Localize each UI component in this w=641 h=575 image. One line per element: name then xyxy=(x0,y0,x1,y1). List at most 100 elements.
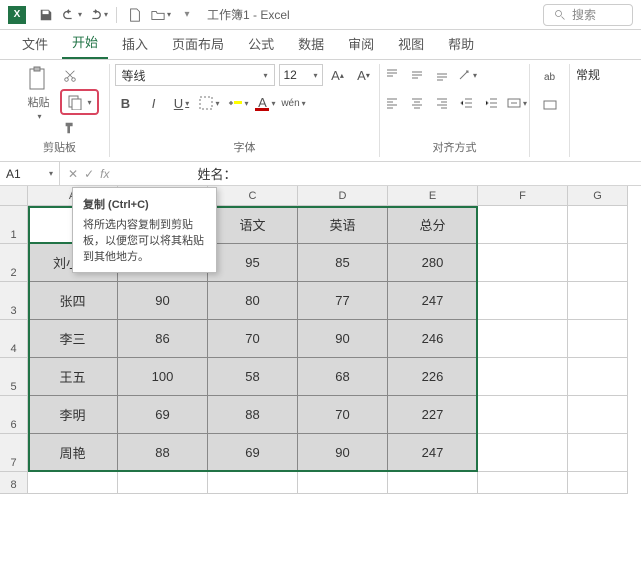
cell[interactable]: 李三 xyxy=(28,320,118,358)
font-name-select[interactable]: 等线▾ xyxy=(115,64,275,86)
cell[interactable]: 张四 xyxy=(28,282,118,320)
cell[interactable] xyxy=(478,472,568,494)
open-folder-icon[interactable]: ▾ xyxy=(149,3,173,27)
cell[interactable] xyxy=(568,282,628,320)
cell[interactable]: 80 xyxy=(208,282,298,320)
cell[interactable] xyxy=(478,206,568,244)
underline-button[interactable]: U▾ xyxy=(171,92,193,114)
align-top-button[interactable] xyxy=(381,64,403,86)
select-all-corner[interactable] xyxy=(0,186,28,206)
qat-customize-icon[interactable]: ▾ xyxy=(175,3,199,27)
align-bottom-button[interactable] xyxy=(431,64,453,86)
col-header[interactable]: G xyxy=(568,186,628,206)
cell[interactable]: 88 xyxy=(208,396,298,434)
cell[interactable] xyxy=(478,434,568,472)
new-file-icon[interactable] xyxy=(123,3,147,27)
cell[interactable]: 88 xyxy=(118,434,208,472)
format-painter-button[interactable] xyxy=(60,118,80,138)
orientation-button[interactable]: ▾ xyxy=(456,64,478,86)
cell[interactable]: 58 xyxy=(208,358,298,396)
redo-icon[interactable]: ▾ xyxy=(86,3,110,27)
cut-button[interactable] xyxy=(60,66,80,86)
formula-accept-icon[interactable]: ✓ xyxy=(84,167,94,181)
fill-color-button[interactable]: ▾ xyxy=(227,92,249,114)
increase-font-button[interactable]: A▴ xyxy=(327,64,349,86)
cell[interactable]: 70 xyxy=(298,396,388,434)
italic-button[interactable]: I xyxy=(143,92,165,114)
border-button[interactable]: ▾ xyxy=(199,92,221,114)
tab-help[interactable]: 帮助 xyxy=(438,28,484,59)
cell[interactable]: 246 xyxy=(388,320,478,358)
row-header[interactable]: 2 xyxy=(0,244,28,282)
merge-cells-button[interactable] xyxy=(539,94,561,116)
row-header[interactable]: 3 xyxy=(0,282,28,320)
cell[interactable] xyxy=(388,472,478,494)
cell[interactable]: 69 xyxy=(208,434,298,472)
cell[interactable] xyxy=(568,358,628,396)
cell[interactable]: 247 xyxy=(388,282,478,320)
cell[interactable]: 100 xyxy=(118,358,208,396)
cell[interactable]: 227 xyxy=(388,396,478,434)
cell[interactable] xyxy=(28,472,118,494)
cell[interactable] xyxy=(568,434,628,472)
cell[interactable]: 王五 xyxy=(28,358,118,396)
wrap-text-button[interactable]: ab xyxy=(539,66,561,88)
tab-file[interactable]: 文件 xyxy=(12,28,58,59)
name-box[interactable]: A1▾ xyxy=(0,162,60,185)
indent-decrease-button[interactable] xyxy=(456,92,478,114)
cell[interactable] xyxy=(568,244,628,282)
cell[interactable]: 280 xyxy=(388,244,478,282)
indent-increase-button[interactable] xyxy=(481,92,503,114)
cell[interactable] xyxy=(478,396,568,434)
col-header[interactable]: F xyxy=(478,186,568,206)
copy-button[interactable]: ▾ xyxy=(60,89,98,115)
undo-icon[interactable]: ▾ xyxy=(60,3,84,27)
cell[interactable]: 语文 xyxy=(208,206,298,244)
cell[interactable]: 77 xyxy=(298,282,388,320)
phonetic-button[interactable]: wén▾ xyxy=(283,92,305,114)
save-icon[interactable] xyxy=(34,3,58,27)
tab-insert[interactable]: 插入 xyxy=(112,28,158,59)
cell[interactable] xyxy=(208,472,298,494)
cell[interactable]: 周艳 xyxy=(28,434,118,472)
fx-icon[interactable]: fx xyxy=(100,167,109,181)
row-header[interactable]: 6 xyxy=(0,396,28,434)
formula-bar-value[interactable]: 姓名： xyxy=(197,164,236,183)
cell[interactable]: 247 xyxy=(388,434,478,472)
row-header[interactable]: 1 xyxy=(0,206,28,244)
align-right-button[interactable] xyxy=(431,92,453,114)
cell[interactable]: 90 xyxy=(298,434,388,472)
cell[interactable]: 英语 xyxy=(298,206,388,244)
cell[interactable]: 总分 xyxy=(388,206,478,244)
cell[interactable]: 70 xyxy=(208,320,298,358)
cell[interactable]: 95 xyxy=(208,244,298,282)
row-header[interactable]: 4 xyxy=(0,320,28,358)
cell[interactable] xyxy=(568,206,628,244)
cell[interactable] xyxy=(478,244,568,282)
tab-review[interactable]: 审阅 xyxy=(338,28,384,59)
cell[interactable] xyxy=(298,472,388,494)
cell[interactable]: 90 xyxy=(298,320,388,358)
col-header[interactable]: C xyxy=(208,186,298,206)
align-center-button[interactable] xyxy=(406,92,428,114)
tab-data[interactable]: 数据 xyxy=(288,28,334,59)
cell[interactable] xyxy=(478,358,568,396)
cell[interactable]: 李明 xyxy=(28,396,118,434)
cell[interactable] xyxy=(568,320,628,358)
cell[interactable]: 85 xyxy=(298,244,388,282)
cell[interactable] xyxy=(478,320,568,358)
bold-button[interactable]: B xyxy=(115,92,137,114)
formula-cancel-icon[interactable]: ✕ xyxy=(68,167,78,181)
cell[interactable]: 68 xyxy=(298,358,388,396)
search-input[interactable]: 搜索 xyxy=(543,4,633,26)
col-header[interactable]: E xyxy=(388,186,478,206)
font-color-button[interactable]: A▾ xyxy=(255,92,277,114)
tab-home[interactable]: 开始 xyxy=(62,26,108,59)
row-header[interactable]: 7 xyxy=(0,434,28,472)
cell[interactable]: 69 xyxy=(118,396,208,434)
tab-layout[interactable]: 页面布局 xyxy=(162,28,234,59)
cell[interactable] xyxy=(478,282,568,320)
cell[interactable] xyxy=(568,472,628,494)
cell[interactable] xyxy=(118,472,208,494)
align-middle-button[interactable] xyxy=(406,64,428,86)
